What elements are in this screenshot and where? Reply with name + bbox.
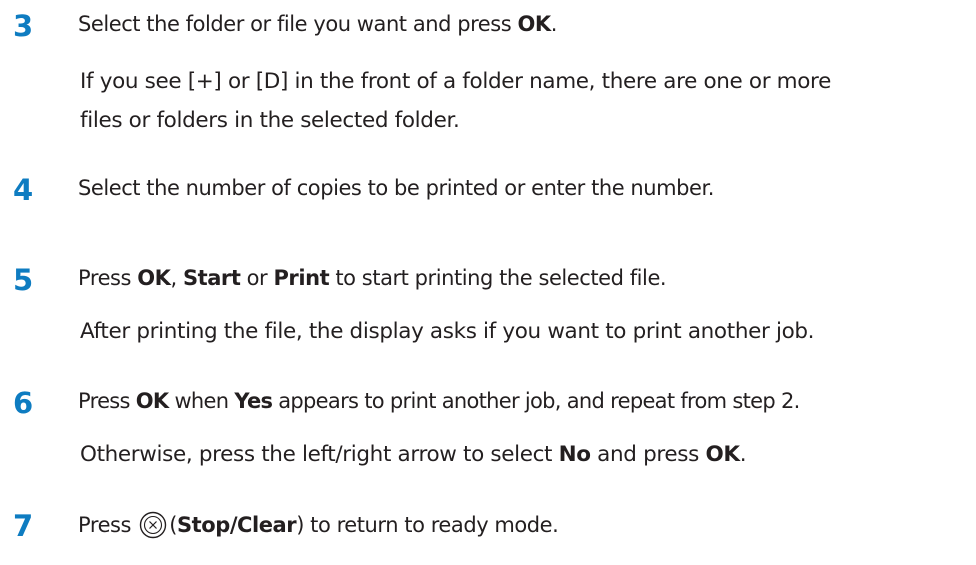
step-note: If you see [+] or [D] in the front of a …: [80, 69, 831, 94]
step-instruction: Press (Stop/Clear) to return to ready mo…: [78, 511, 559, 539]
step-note: After printing the file, the display ask…: [80, 319, 815, 344]
step-instruction: Select the folder or file you want and p…: [78, 12, 557, 36]
step-number: 7: [13, 509, 34, 543]
step-number: 6: [13, 386, 34, 420]
step-instruction: Select the number of copies to be printe…: [78, 176, 714, 200]
step-number: 5: [13, 263, 34, 297]
step-instruction: Press OK when Yes appears to print anoth…: [78, 389, 800, 413]
step-number: 4: [13, 173, 34, 207]
step-note-continued: files or folders in the selected folder.: [80, 108, 460, 133]
step-note: Otherwise, press the left/right arrow to…: [80, 442, 747, 467]
stop-clear-icon: [140, 511, 167, 539]
step-instruction: Press OK, Start or Print to start printi…: [78, 266, 667, 290]
step-number: 3: [13, 9, 34, 43]
